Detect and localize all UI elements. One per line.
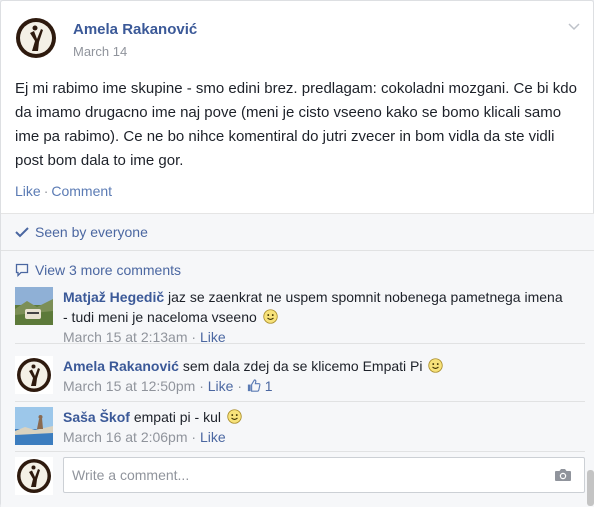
comment-author[interactable]: Amela Rakanović <box>63 358 179 374</box>
seen-by-label: Seen by everyone <box>35 224 148 240</box>
seen-by-row[interactable]: Seen by everyone <box>15 224 148 240</box>
separator: · <box>199 378 204 394</box>
comment-timestamp[interactable]: March 15 at 12:50pm <box>63 378 195 394</box>
checkmark-icon <box>15 227 29 238</box>
comment-body: Amela Rakanović sem dala zdej da se klic… <box>63 356 563 398</box>
commenter-avatar[interactable] <box>15 407 53 445</box>
commenter-avatar[interactable] <box>15 287 53 325</box>
camera-icon[interactable] <box>554 467 572 486</box>
current-user-avatar <box>15 457 53 495</box>
thumbs-up-icon[interactable] <box>246 378 261 398</box>
chevron-down-icon[interactable] <box>567 19 581 33</box>
comment-meta: March 15 at 12:50pm · Like · 1 <box>63 376 563 398</box>
comment-link[interactable]: Comment <box>51 183 112 199</box>
divider <box>1 250 594 251</box>
comment-timestamp[interactable]: March 16 at 2:06pm <box>63 429 188 445</box>
comment-meta: March 16 at 2:06pm · Like <box>63 427 563 447</box>
author-avatar[interactable] <box>13 15 59 61</box>
post-date[interactable]: March 14 <box>73 44 127 59</box>
separator: · <box>191 429 197 445</box>
comment-input[interactable] <box>72 467 532 483</box>
post-author-name[interactable]: Amela Rakanović <box>73 21 197 38</box>
comment-author[interactable]: Matjaž Hegedič <box>63 289 164 305</box>
write-comment-row <box>15 457 585 497</box>
comment-body: Matjaž Hegedič jaz se zaenkrat ne uspem … <box>63 287 563 347</box>
smiley-emoji-icon <box>428 358 444 373</box>
divider <box>15 401 585 402</box>
comment-text: sem dala zdej da se klicemo Empati Pi <box>182 358 423 374</box>
post-body-text: Ej mi rabimo ime skupine - smo edini bre… <box>15 80 577 169</box>
smiley-emoji-icon <box>227 409 242 424</box>
view-more-comments[interactable]: View 3 more comments <box>15 262 181 278</box>
divider <box>15 343 585 344</box>
comment-text: empati pi - kul <box>133 409 221 425</box>
post-actions: Like · Comment <box>15 183 112 199</box>
comment-body: Saša Škof empati pi - kul March 16 at 2:… <box>63 407 563 447</box>
commenter-avatar[interactable] <box>15 356 53 394</box>
smiley-emoji-icon <box>263 309 278 324</box>
post-card: Amela Rakanović March 14 Ej mi rabimo im… <box>0 0 594 507</box>
separator: · <box>43 183 49 199</box>
comment-like-count[interactable]: 1 <box>265 378 273 394</box>
comment-author[interactable]: Saša Škof <box>63 409 130 425</box>
comment-like-link[interactable]: Like <box>200 429 226 445</box>
divider <box>15 451 585 452</box>
comment-meta: March 15 at 2:13am · Like <box>63 327 563 347</box>
scrollbar[interactable] <box>587 470 594 506</box>
like-link[interactable]: Like <box>15 183 41 199</box>
speech-bubble-icon <box>15 263 29 277</box>
comment-input-box[interactable] <box>63 457 585 493</box>
comments-area: Seen by everyone View 3 more comments Ma… <box>1 214 594 507</box>
post-header: Amela Rakanović March 14 <box>13 13 583 63</box>
separator: · <box>237 378 242 394</box>
view-more-label: View 3 more comments <box>35 262 182 278</box>
comment-like-link[interactable]: Like <box>208 378 234 394</box>
